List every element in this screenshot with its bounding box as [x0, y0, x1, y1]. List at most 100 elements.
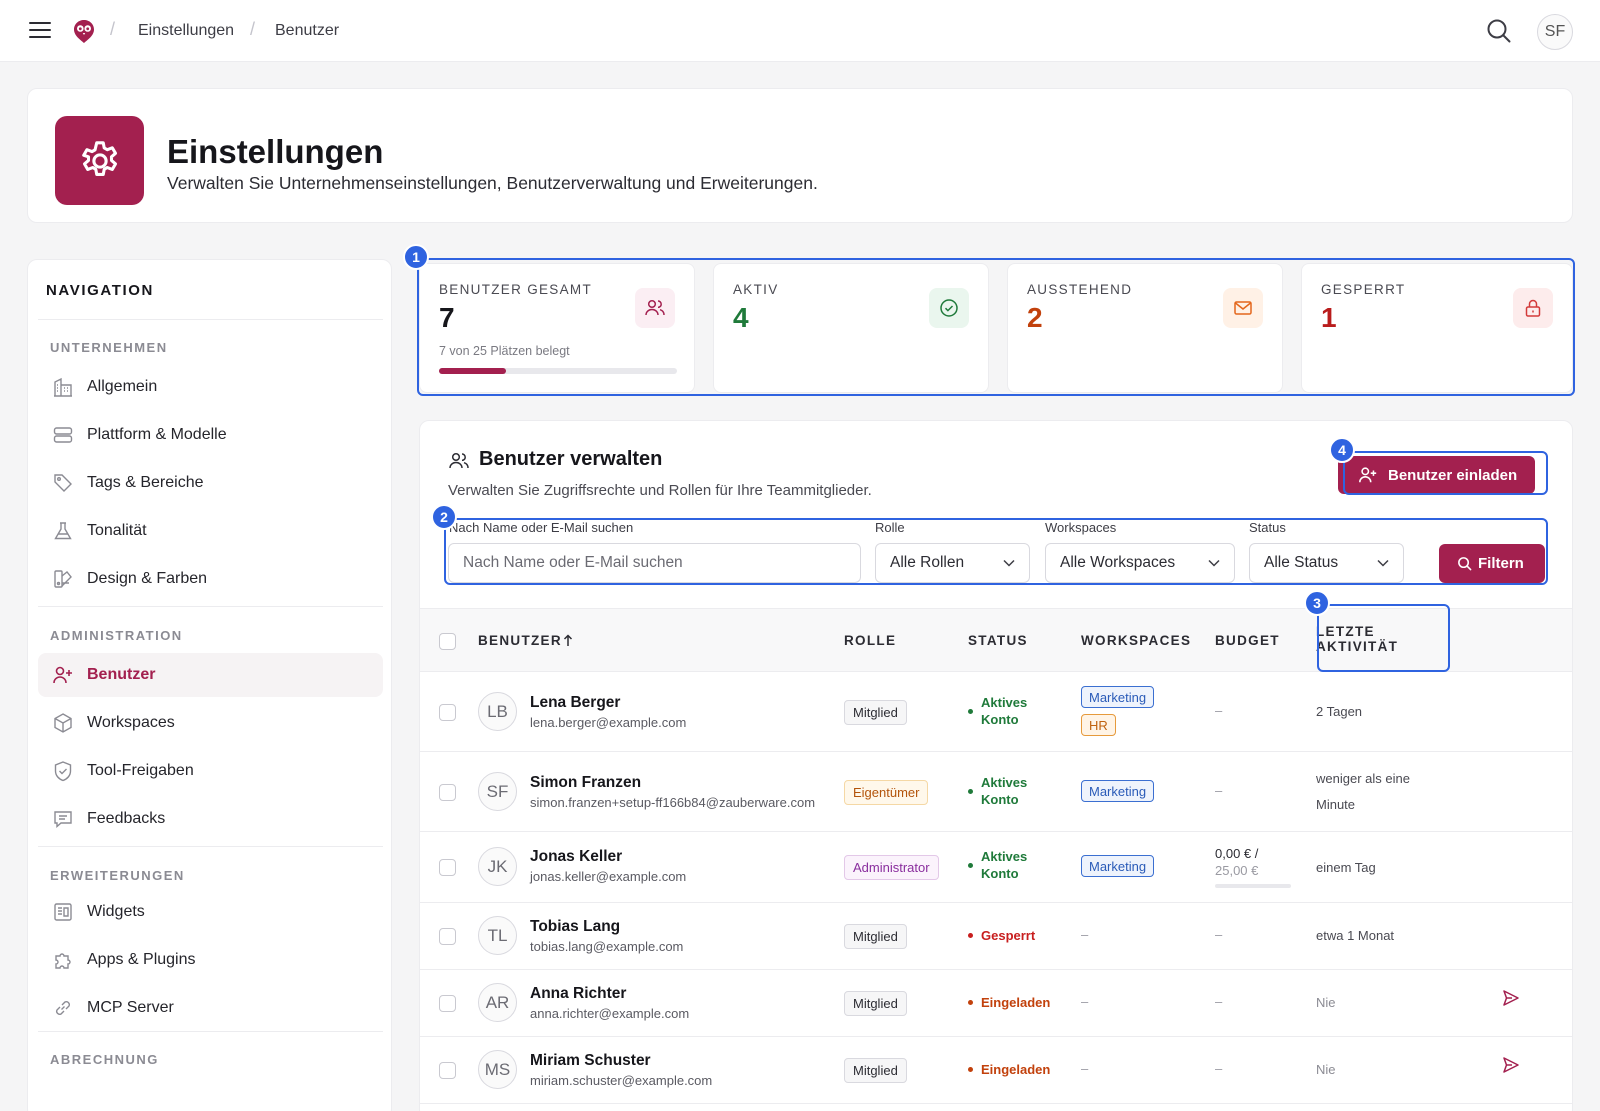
budget-value: –	[1215, 703, 1223, 718]
highlight-activity-column	[1317, 604, 1450, 672]
row-checkbox[interactable]	[439, 859, 456, 876]
user-email: simon.franzen+setup-ff166b84@zauberware.…	[530, 795, 816, 810]
annotation-marker: 1	[403, 244, 429, 270]
nav-item-workspaces[interactable]: Workspaces	[38, 701, 383, 745]
hamburger-menu-icon[interactable]	[29, 21, 51, 39]
section-subtitle: Verwalten Sie Zugriffsrechte und Rollen …	[448, 482, 872, 499]
user-avatar[interactable]: SF	[1537, 14, 1573, 50]
divider	[38, 1031, 383, 1032]
gear-icon	[55, 116, 144, 205]
nav-item-tonalitaet[interactable]: Tonalität	[38, 509, 383, 553]
nav-item-mcp-server[interactable]: MCP Server	[38, 986, 383, 1030]
user-email: jonas.keller@example.com	[530, 869, 687, 884]
sort-ascending-icon	[563, 634, 573, 647]
user-email: anna.richter@example.com	[530, 1006, 690, 1021]
select-all-checkbox[interactable]	[439, 633, 456, 650]
table-row[interactable]: TL Tobias Lang tobias.lang@example.com M…	[420, 903, 1572, 970]
table-row[interactable]: LB Lena Berger lena.berger@example.com M…	[420, 672, 1572, 752]
nav-item-label: Workspaces	[87, 714, 175, 731]
nav-item-tool-freigaben[interactable]: Tool-Freigaben	[38, 749, 383, 793]
column-header-workspaces[interactable]: WORKSPACES	[1081, 633, 1191, 648]
role-badge: Mitglied	[844, 991, 907, 1016]
building-icon	[52, 376, 74, 398]
nav-item-apps-plugins[interactable]: Apps & Plugins	[38, 938, 383, 982]
top-bar: / Einstellungen / Benutzer SF	[0, 0, 1600, 62]
nav-item-label: Design & Farben	[87, 570, 208, 587]
divider	[38, 606, 383, 607]
divider	[38, 319, 383, 320]
user-name: Jonas Keller	[530, 848, 623, 865]
avatar: SF	[478, 772, 517, 811]
owl-logo-icon[interactable]	[72, 18, 96, 44]
column-header-user[interactable]: BENUTZER	[478, 633, 573, 648]
budget-value: –	[1215, 1061, 1223, 1076]
last-activity: etwa 1 Monat	[1316, 928, 1395, 943]
last-activity: Nie	[1316, 1062, 1336, 1077]
budget-value: –	[1215, 994, 1223, 1009]
nav-item-widgets[interactable]: Widgets	[38, 890, 383, 934]
nav-item-tags-bereiche[interactable]: Tags & Bereiche	[38, 461, 383, 505]
annotation-marker: 2	[431, 504, 457, 530]
puzzle-icon	[52, 949, 74, 971]
nav-heading: NAVIGATION	[46, 282, 154, 299]
column-header-status[interactable]: STATUS	[968, 633, 1028, 648]
row-checkbox[interactable]	[439, 704, 456, 721]
nav-item-allgemein[interactable]: Allgemein	[38, 365, 383, 409]
user-email: miriam.schuster@example.com	[530, 1073, 713, 1088]
nav-item-label: Benutzer	[87, 666, 156, 683]
link-icon	[52, 997, 74, 1019]
widget-icon	[52, 901, 74, 923]
last-activity: weniger als eine	[1316, 771, 1410, 786]
last-activity: 2 Tagen	[1316, 704, 1363, 719]
last-activity: einem Tag	[1316, 860, 1376, 875]
nav-item-label: Tags & Bereiche	[87, 474, 204, 491]
row-checkbox[interactable]	[439, 995, 456, 1012]
nav-item-label: MCP Server	[87, 999, 174, 1016]
nav-item-feedbacks[interactable]: Feedbacks	[38, 797, 383, 841]
budget-value: –	[1215, 783, 1223, 798]
nav-item-label: Tonalität	[87, 522, 147, 539]
nav-group-unternehmen: UNTERNEHMEN	[50, 340, 168, 355]
highlight-filters	[444, 518, 1548, 585]
server-icon	[52, 424, 74, 446]
avatar: MS	[478, 1050, 517, 1089]
shield-check-icon	[52, 760, 74, 782]
avatar: LB	[478, 692, 517, 731]
column-label: BENUTZER	[478, 633, 562, 648]
search-icon[interactable]	[1486, 18, 1512, 44]
resend-invite-icon[interactable]	[1502, 1056, 1520, 1074]
table-row[interactable]: MS Miriam Schuster miriam.schuster@examp…	[420, 1037, 1572, 1104]
nav-group-erweiterungen: ERWEITERUNGEN	[50, 868, 185, 883]
row-checkbox[interactable]	[439, 784, 456, 801]
column-header-budget[interactable]: BUDGET	[1215, 633, 1280, 648]
table-row[interactable]: SF Simon Franzen simon.franzen+setup-ff1…	[420, 752, 1572, 832]
user-email: tobias.lang@example.com	[530, 939, 684, 954]
page-subtitle: Verwalten Sie Unternehmenseinstellungen,…	[167, 173, 818, 193]
user-name: Tobias Lang	[530, 918, 621, 935]
budget-total: 25,00 €	[1215, 863, 1259, 878]
resend-invite-icon[interactable]	[1502, 989, 1520, 1007]
palette-icon	[52, 568, 74, 590]
role-badge: Mitglied	[844, 924, 907, 949]
breadcrumb-separator: /	[250, 19, 256, 39]
nav-item-benutzer[interactable]: Benutzer	[38, 653, 383, 697]
nav-item-design-farben[interactable]: Design & Farben	[38, 557, 383, 601]
table-row[interactable]: JK Jonas Keller jonas.keller@example.com…	[420, 832, 1572, 903]
flask-icon	[52, 520, 74, 542]
tag-icon	[52, 472, 74, 494]
role-badge: Mitglied	[844, 1058, 907, 1083]
message-icon	[52, 808, 74, 830]
workspaces-empty: –	[1081, 1061, 1089, 1076]
row-checkbox[interactable]	[439, 1062, 456, 1079]
avatar: TL	[478, 916, 517, 955]
breadcrumb-einstellungen[interactable]: Einstellungen	[138, 22, 234, 40]
nav-item-plattform-modelle[interactable]: Plattform & Modelle	[38, 413, 383, 457]
settings-header-card: Einstellungen Verwalten Sie Unternehmens…	[27, 88, 1573, 223]
table-row[interactable]: AR Anna Richter anna.richter@example.com…	[420, 970, 1572, 1037]
row-checkbox[interactable]	[439, 928, 456, 945]
nav-group-administration: ADMINISTRATION	[50, 628, 183, 643]
workspace-tag: Marketing	[1081, 855, 1155, 877]
column-header-role[interactable]: ROLLE	[844, 633, 896, 648]
nav-item-label: Feedbacks	[87, 810, 166, 827]
highlight-stats	[417, 258, 1575, 396]
